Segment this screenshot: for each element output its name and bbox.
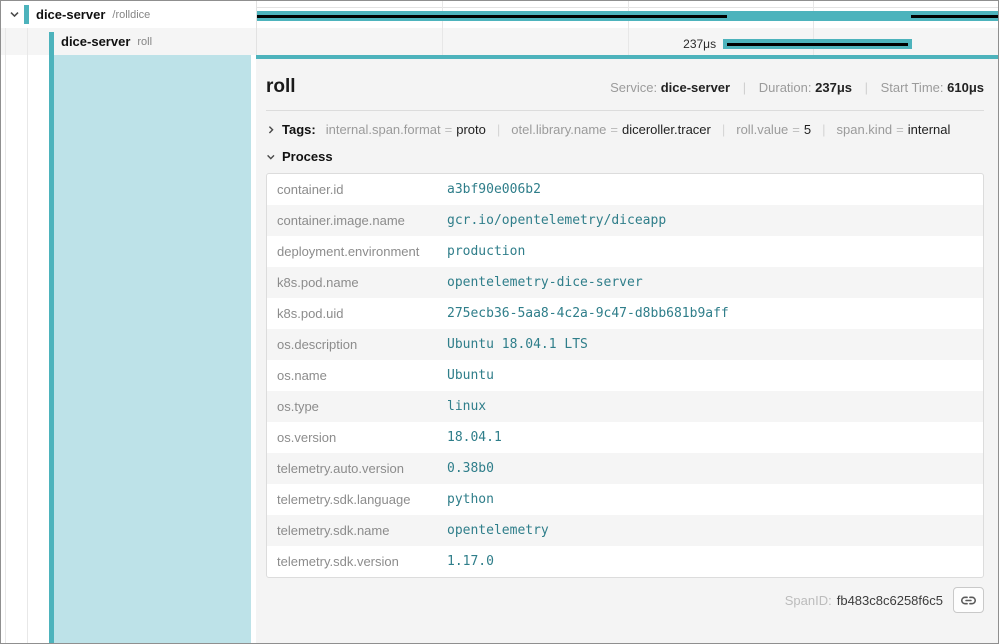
duration-label: Duration:	[759, 80, 812, 95]
service-name: dice-server	[36, 7, 105, 22]
kv-row: deployment.environmentproduction	[267, 236, 983, 267]
kv-row: container.image.namegcr.io/opentelemetry…	[267, 205, 983, 236]
spanid-label: SpanID:	[785, 593, 832, 608]
indent-guide	[5, 55, 6, 643]
span-bar-roll[interactable]	[723, 39, 912, 49]
span-detail-footer: SpanID: fb483c8c6258f6c5	[266, 578, 984, 613]
service-color-swatch	[24, 5, 29, 24]
kv-row: os.typelinux	[267, 391, 983, 422]
start-time-value: 610μs	[947, 80, 984, 95]
span-detail-panel: roll Service: dice-server | Duration: 23…	[256, 55, 998, 643]
selected-span-detail-marker	[54, 55, 251, 643]
kv-row: telemetry.auto.version0.38b0	[267, 453, 983, 484]
meta-divider: |	[856, 80, 877, 95]
kv-row: telemetry.sdk.languagepython	[267, 484, 983, 515]
service-value: dice-server	[661, 80, 730, 95]
indent-guide	[27, 28, 28, 55]
span-bar-rolldice[interactable]	[257, 11, 998, 21]
tags-label: Tags:	[282, 122, 316, 137]
process-kv-card: container.ida3bf90e006b2 container.image…	[266, 173, 984, 578]
critical-path-segment	[727, 43, 908, 46]
span-detail-header: roll Service: dice-server | Duration: 23…	[266, 59, 984, 111]
duration-value: 237μs	[815, 80, 852, 95]
span-name-column: dice-server /rolldice dice-server roll	[1, 1, 256, 55]
kv-row: container.ida3bf90e006b2	[267, 174, 983, 205]
service-name: dice-server	[61, 34, 130, 49]
tag-divider: |	[811, 122, 836, 137]
tag-list: internal.span.format=proto | otel.librar…	[326, 122, 951, 137]
span-row-rolldice[interactable]: dice-server /rolldice	[1, 1, 256, 28]
span-tree-gutter	[1, 55, 256, 643]
tag-divider: |	[486, 122, 511, 137]
chevron-right-icon	[266, 125, 276, 135]
span-row-roll[interactable]: dice-server roll	[1, 28, 256, 55]
copy-link-button[interactable]	[953, 587, 984, 613]
span-duration-label: 237μs	[257, 37, 723, 51]
meta-divider: |	[734, 80, 755, 95]
kv-row: os.descriptionUbuntu 18.04.1 LTS	[267, 329, 983, 360]
tag-item: otel.library.name=diceroller.tracer	[511, 122, 711, 137]
process-label: Process	[282, 149, 333, 164]
chevron-down-icon[interactable]	[7, 9, 21, 20]
operation-name: roll	[137, 36, 152, 48]
critical-path-segment	[911, 15, 998, 18]
operation-name: /rolldice	[112, 9, 150, 21]
service-color-swatch	[49, 32, 54, 55]
link-icon	[960, 592, 977, 609]
span-meta: Service: dice-server | Duration: 237μs |…	[610, 80, 984, 95]
kv-row: telemetry.sdk.nameopentelemetry	[267, 515, 983, 546]
chevron-down-icon	[266, 152, 276, 162]
jaeger-trace-detail-view: dice-server /rolldice dice-server roll	[0, 0, 999, 644]
kv-row: os.nameUbuntu	[267, 360, 983, 391]
tag-divider: |	[711, 122, 736, 137]
process-kv-table: container.ida3bf90e006b2 container.image…	[267, 174, 983, 577]
spanid-value: fb483c8c6258f6c5	[837, 593, 943, 608]
timeline-track: 237μs	[256, 1, 998, 55]
start-time-label: Start Time:	[881, 80, 944, 95]
tags-accordion[interactable]: Tags: internal.span.format=proto | otel.…	[266, 111, 984, 144]
kv-row: os.version18.04.1	[267, 422, 983, 453]
indent-guide	[27, 55, 28, 643]
tag-item: span.kind=internal	[837, 122, 951, 137]
critical-path-segment	[257, 15, 727, 18]
tag-item: roll.value=5	[736, 122, 811, 137]
trace-timeline: dice-server /rolldice dice-server roll	[1, 1, 998, 55]
indent-guide	[5, 28, 6, 55]
kv-row: k8s.pod.nameopentelemetry-dice-server	[267, 267, 983, 298]
process-accordion[interactable]: Process	[266, 144, 984, 173]
tag-item: internal.span.format=proto	[326, 122, 486, 137]
kv-row: k8s.pod.uid275ecb36-5aa8-4c2a-9c47-d8bb6…	[267, 298, 983, 329]
service-label: Service:	[610, 80, 657, 95]
kv-row: telemetry.sdk.version1.17.0	[267, 546, 983, 577]
span-title: roll	[266, 76, 296, 98]
